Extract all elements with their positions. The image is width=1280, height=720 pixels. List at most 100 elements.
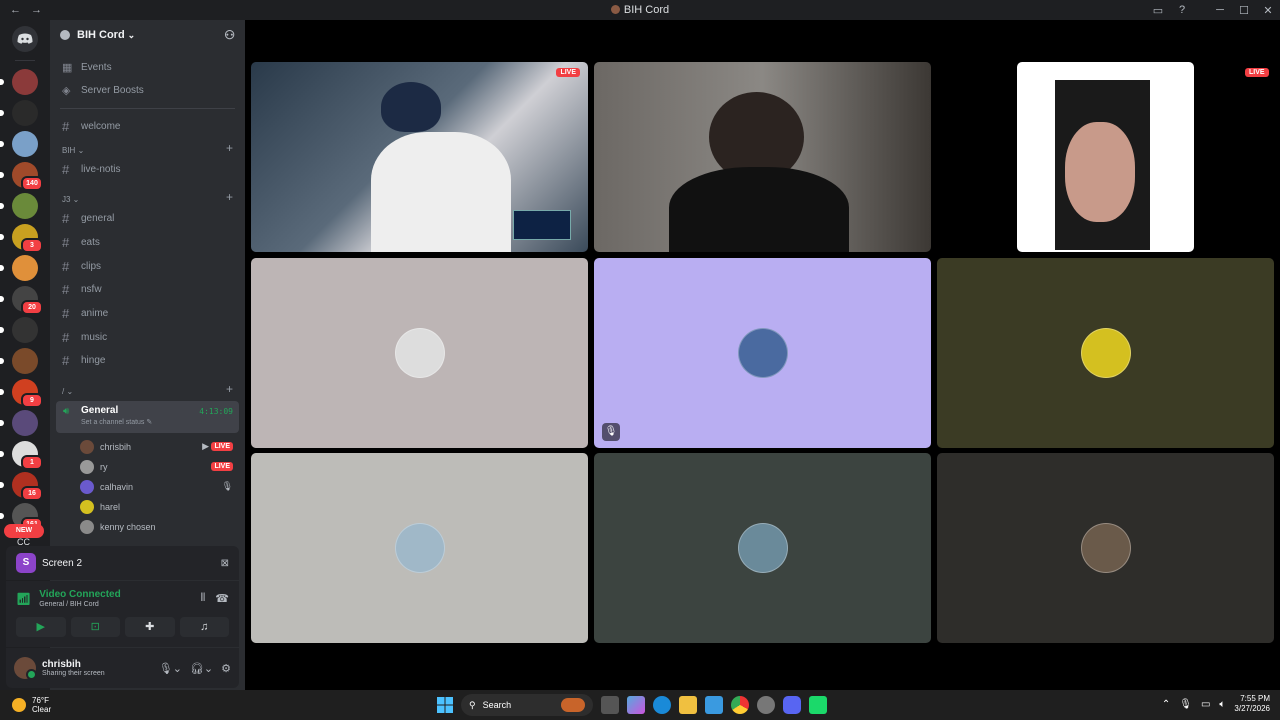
help-icon[interactable]: ? — [1170, 4, 1194, 16]
tile-user-8[interactable] — [594, 453, 931, 643]
channel-live-notis[interactable]: # live-notis — [50, 158, 245, 181]
signal-icon[interactable]: 📶︎ — [16, 592, 31, 606]
unread-indicator — [0, 513, 4, 519]
channel-hinge[interactable]: # hinge — [50, 349, 245, 373]
voice-user[interactable]: calhavin 🎙︎ — [50, 477, 245, 497]
tile-user-5[interactable]: 🎙︎ — [594, 258, 931, 448]
windows-start-icon[interactable] — [437, 697, 453, 713]
add-channel-icon[interactable]: + — [226, 382, 233, 396]
activities-button[interactable]: ✚ — [125, 617, 175, 637]
server-icon[interactable] — [0, 193, 38, 219]
server-icon[interactable]: 16 — [0, 472, 43, 501]
channel-general[interactable]: # general — [50, 207, 245, 231]
add-channel-icon[interactable]: + — [226, 190, 233, 204]
events-item[interactable]: ▦ Events — [50, 56, 245, 79]
server-icon[interactable] — [0, 69, 38, 95]
guild-name: BIH Cord — [77, 29, 125, 41]
noise-suppression-icon[interactable]: ⦀ — [200, 592, 205, 605]
server-icon[interactable]: 140 — [0, 162, 43, 191]
disconnect-icon[interactable]: ☎︎ — [215, 592, 229, 605]
inbox-icon[interactable]: ▭ — [1146, 4, 1170, 17]
server-icon[interactable] — [0, 131, 38, 157]
server-icon[interactable]: 9 — [0, 379, 43, 408]
channel-anime[interactable]: # anime — [50, 302, 245, 326]
category-j3[interactable]: J3 ⌄ + — [50, 181, 245, 207]
voice-user[interactable]: kenny chosen — [50, 517, 245, 537]
server-icon[interactable] — [0, 100, 38, 126]
server-icon[interactable] — [0, 410, 38, 436]
settings-gear-icon[interactable]: ⚙ — [221, 662, 231, 675]
server-icon[interactable]: 3 — [0, 224, 43, 253]
minimize-button[interactable]: ─ — [1208, 4, 1232, 16]
close-button[interactable]: ✕ — [1256, 4, 1280, 17]
back-arrow-icon[interactable]: ← — [10, 4, 21, 16]
search-icon: ⚲ — [469, 699, 476, 710]
avatar — [80, 499, 94, 514]
app-icon[interactable] — [809, 696, 827, 714]
taskbar-search[interactable]: ⚲ Search — [461, 694, 593, 716]
channel-clips[interactable]: # clips — [50, 254, 245, 278]
category-slash[interactable]: / ⌄ + — [50, 373, 245, 399]
unread-indicator — [0, 358, 4, 364]
mic-tray-icon[interactable]: 🎙︎ — [1179, 699, 1192, 710]
channel-nsfw[interactable]: # nsfw — [50, 278, 245, 302]
tile-user-9[interactable] — [937, 453, 1274, 643]
server-boosts-item[interactable]: ◈ Server Boosts — [50, 79, 245, 102]
add-channel-icon[interactable]: + — [226, 141, 233, 155]
invite-people-icon[interactable]: ⚇ — [224, 28, 235, 42]
voice-channel-general[interactable]: 🔊︎ General 4:13:09 Set a channel status … — [56, 400, 239, 433]
server-icon[interactable]: 20 — [0, 286, 43, 315]
tile-user-7[interactable] — [251, 453, 588, 643]
headphones-icon[interactable]: 🎧︎⌄ — [190, 662, 213, 675]
task-view-icon[interactable] — [601, 696, 619, 714]
voice-user-name: kenny chosen — [100, 521, 156, 532]
scoreboard — [513, 210, 571, 240]
server-icon[interactable] — [0, 255, 38, 281]
voice-user[interactable]: harel — [50, 497, 245, 517]
unread-indicator — [0, 110, 4, 116]
category-bih[interactable]: BIH ⌄ + — [50, 138, 245, 158]
soundboard-button[interactable]: ♫ — [179, 617, 229, 637]
channel-status[interactable]: Set a channel status ✎ — [81, 418, 239, 426]
maximize-button[interactable]: ☐ — [1232, 4, 1256, 17]
voice-user[interactable]: chrisbih ▶ LIVE — [50, 437, 245, 457]
voice-user[interactable]: ry LIVE — [50, 457, 245, 477]
forward-arrow-icon[interactable]: → — [31, 4, 42, 16]
server-icon[interactable]: 1 — [0, 441, 43, 470]
voice-status-title[interactable]: Video Connected — [39, 589, 121, 600]
server-icon[interactable] — [0, 348, 38, 374]
clock[interactable]: 7:55 PM 3/27/2026 — [1234, 694, 1270, 714]
copilot-icon[interactable] — [627, 696, 645, 714]
avatar — [80, 439, 94, 454]
stream-baseball[interactable]: LIVE — [251, 62, 588, 252]
stop-stream-icon[interactable]: ⊠ — [221, 558, 229, 569]
store-icon[interactable] — [705, 696, 723, 714]
discord-taskbar-icon[interactable] — [783, 696, 801, 714]
tile-user-6[interactable] — [937, 258, 1274, 448]
chevron-up-icon[interactable]: ⌃ — [1162, 699, 1170, 710]
live-badge: LIVE — [211, 442, 233, 452]
tile-user-4[interactable] — [251, 258, 588, 448]
server-icon[interactable] — [0, 317, 38, 343]
channel-eats[interactable]: # eats — [50, 231, 245, 255]
microphone-icon[interactable]: 🎙︎⌄ — [159, 662, 182, 675]
hash-icon: # — [62, 235, 70, 251]
chrome-icon[interactable] — [731, 696, 749, 714]
stream-webcam[interactable] — [594, 62, 931, 252]
edge-icon[interactable] — [653, 696, 671, 714]
guild-header[interactable]: BIH Cord ⌄ ⚇ — [50, 20, 245, 50]
avatar[interactable] — [14, 657, 37, 680]
channel-welcome[interactable]: # welcome — [50, 115, 245, 138]
weather-widget[interactable]: 76°F Clear — [0, 696, 51, 714]
channel-label: hinge — [81, 355, 106, 367]
github-icon[interactable] — [757, 696, 775, 714]
channel-music[interactable]: # music — [50, 325, 245, 349]
file-explorer-icon[interactable] — [679, 696, 697, 714]
display-tray-icon[interactable]: ▭ — [1201, 699, 1210, 710]
volume-icon[interactable]: 🔈︎ — [1219, 699, 1225, 710]
home-button[interactable] — [12, 26, 38, 52]
camera-button[interactable]: ▶ — [16, 617, 66, 637]
muted-mic-icon: 🎙︎ — [602, 423, 620, 441]
stream-browser[interactable] — [1017, 62, 1194, 252]
share-screen-button[interactable]: ⊡ — [70, 617, 120, 637]
